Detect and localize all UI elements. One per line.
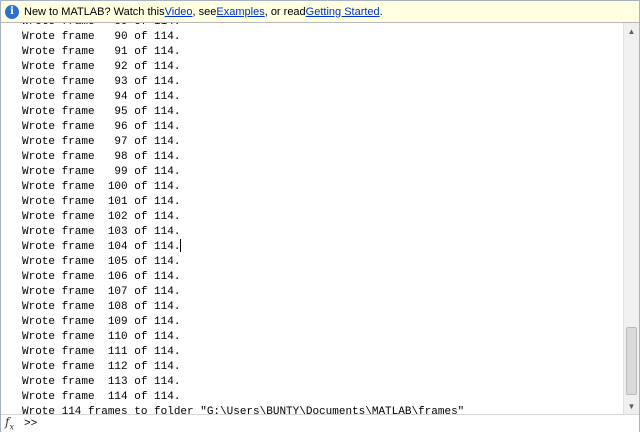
info-bar: i New to MATLAB? Watch this Video , see … bbox=[1, 1, 639, 23]
scrollbar-thumb[interactable] bbox=[626, 327, 637, 395]
scroll-up-icon[interactable]: ▲ bbox=[624, 23, 639, 39]
console-line: Wrote frame 101 of 114. bbox=[22, 196, 181, 208]
console-line: Wrote frame 98 of 114. bbox=[22, 151, 181, 163]
console-line: Wrote frame 91 of 114. bbox=[22, 46, 181, 58]
console-line: Wrote frame 97 of 114. bbox=[22, 136, 181, 148]
console-line: Wrote frame 103 of 114. bbox=[22, 226, 181, 238]
command-prompt-bar: fx >> bbox=[1, 414, 639, 432]
info-text-2: , see bbox=[192, 5, 217, 18]
scroll-down-icon[interactable]: ▼ bbox=[624, 398, 639, 414]
function-browser-icon[interactable]: fx bbox=[5, 415, 21, 431]
console-line: Wrote frame 112 of 114. bbox=[22, 361, 181, 373]
console-line: Wrote frame 104 of 114. bbox=[22, 241, 181, 253]
prompt-symbol: >> bbox=[24, 417, 38, 430]
console-output-area[interactable]: Wrote frame 89 of 114.Wrote frame 90 of … bbox=[1, 23, 623, 414]
info-icon: i bbox=[5, 4, 19, 19]
vertical-scrollbar[interactable]: ▲ ▼ bbox=[623, 23, 639, 414]
console-line: Wrote frame 93 of 114. bbox=[22, 76, 181, 88]
console-line: Wrote 114 frames to folder "G:\Users\BUN… bbox=[22, 406, 465, 414]
video-link[interactable]: Video bbox=[165, 6, 193, 18]
console-line: Wrote frame 94 of 114. bbox=[22, 91, 181, 103]
console-line: Wrote frame 110 of 114. bbox=[22, 331, 181, 343]
console-line: Wrote frame 89 of 114. bbox=[22, 23, 464, 30]
info-text-1: New to MATLAB? Watch this bbox=[24, 5, 165, 18]
console-line: Wrote frame 109 of 114. bbox=[22, 316, 181, 328]
console-line: Wrote frame 108 of 114. bbox=[22, 301, 181, 313]
console-line: Wrote frame 111 of 114. bbox=[22, 346, 181, 358]
console-output: Wrote frame 89 of 114.Wrote frame 90 of … bbox=[22, 23, 464, 414]
console-line: Wrote frame 114 of 114. bbox=[22, 391, 181, 403]
info-text-4: . bbox=[379, 5, 383, 18]
console-line: Wrote frame 105 of 114. bbox=[22, 256, 181, 268]
console-line: Wrote frame 107 of 114. bbox=[22, 286, 181, 298]
console-line: Wrote frame 100 of 114. bbox=[22, 181, 181, 193]
getting-started-link[interactable]: Getting Started bbox=[306, 6, 380, 18]
command-input[interactable] bbox=[37, 416, 604, 431]
console-line: Wrote frame 102 of 114. bbox=[22, 211, 181, 223]
console-line: Wrote frame 90 of 114. bbox=[22, 31, 181, 43]
text-caret bbox=[180, 239, 181, 252]
console-line: Wrote frame 113 of 114. bbox=[22, 376, 181, 388]
info-text-3: , or read bbox=[264, 5, 306, 18]
command-window: i New to MATLAB? Watch this Video , see … bbox=[0, 0, 640, 432]
console-line: Wrote frame 95 of 114. bbox=[22, 106, 181, 118]
examples-link[interactable]: Examples bbox=[216, 6, 264, 18]
console-line: Wrote frame 92 of 114. bbox=[22, 61, 181, 73]
console-line: Wrote frame 99 of 114. bbox=[22, 166, 181, 178]
console-line: Wrote frame 106 of 114. bbox=[22, 271, 181, 283]
console-line: Wrote frame 96 of 114. bbox=[22, 121, 181, 133]
